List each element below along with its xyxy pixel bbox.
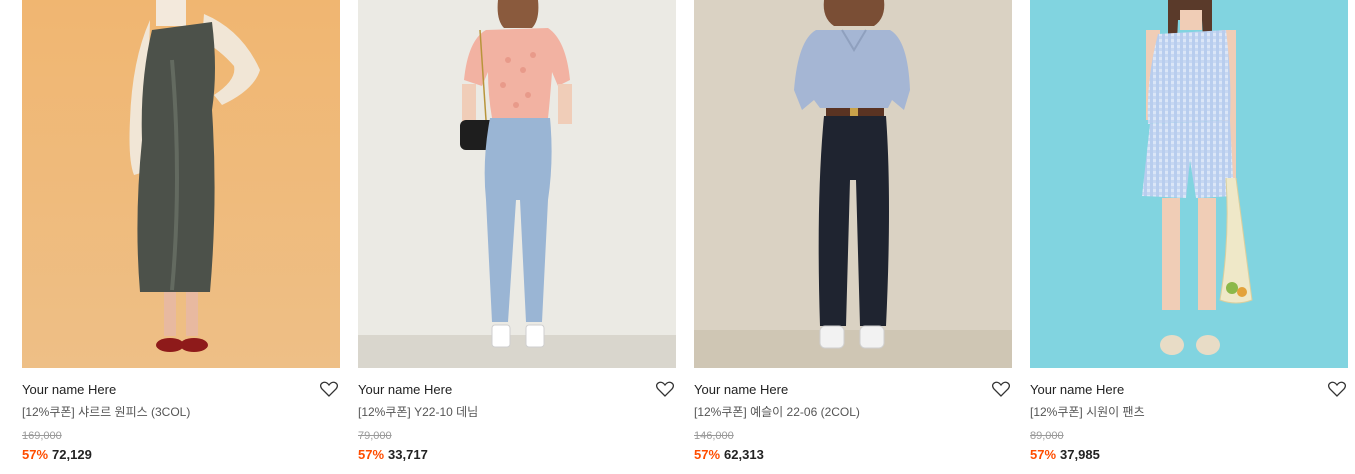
original-price: 89,000 — [1030, 430, 1064, 442]
brand-name[interactable]: Your name Here — [358, 381, 676, 399]
product-card[interactable]: Your name Here [12%쿠폰] Y22-10 데님 79,000 … — [358, 0, 676, 463]
heart-icon[interactable] — [991, 381, 1011, 397]
product-card[interactable]: Your name Here [12%쿠폰] 샤르르 원피스 (3COL) 16… — [22, 0, 340, 463]
heart-icon[interactable] — [1327, 381, 1347, 397]
product-image[interactable] — [1030, 0, 1348, 368]
price-row: 57% 37,985 — [1030, 447, 1348, 463]
product-title[interactable]: [12%쿠폰] Y22-10 데님 — [358, 404, 676, 420]
brand-name[interactable]: Your name Here — [694, 381, 1012, 399]
original-price: 146,000 — [694, 430, 734, 442]
product-title[interactable]: [12%쿠폰] 시원이 팬츠 — [1030, 404, 1348, 420]
price-row: 57% 62,313 — [694, 447, 1012, 463]
sale-price: 72,129 — [52, 447, 92, 462]
heart-icon[interactable] — [319, 381, 339, 397]
product-image[interactable] — [22, 0, 340, 368]
price-row: 57% 33,717 — [358, 447, 676, 463]
original-price: 169,000 — [22, 430, 62, 442]
discount-rate: 57% — [694, 447, 721, 462]
product-title[interactable]: [12%쿠폰] 샤르르 원피스 (3COL) — [22, 404, 340, 420]
product-grid: Your name Here [12%쿠폰] 샤르르 원피스 (3COL) 16… — [22, 0, 1348, 463]
heart-icon[interactable] — [655, 381, 675, 397]
original-price: 79,000 — [358, 430, 392, 442]
discount-rate: 57% — [358, 447, 385, 462]
price-row: 57% 72,129 — [22, 447, 340, 463]
brand-name[interactable]: Your name Here — [22, 381, 340, 399]
brand-name[interactable]: Your name Here — [1030, 381, 1348, 399]
sale-price: 62,313 — [724, 447, 764, 462]
product-card[interactable]: Your name Here [12%쿠폰] 예슬이 22-06 (2COL) … — [694, 0, 1012, 463]
discount-rate: 57% — [22, 447, 49, 462]
product-card[interactable]: Your name Here [12%쿠폰] 시원이 팬츠 89,000 57%… — [1030, 0, 1348, 463]
product-image[interactable] — [694, 0, 1012, 368]
discount-rate: 57% — [1030, 447, 1057, 462]
sale-price: 37,985 — [1060, 447, 1100, 462]
sale-price: 33,717 — [388, 447, 428, 462]
product-image[interactable] — [358, 0, 676, 368]
product-title[interactable]: [12%쿠폰] 예슬이 22-06 (2COL) — [694, 404, 1012, 420]
